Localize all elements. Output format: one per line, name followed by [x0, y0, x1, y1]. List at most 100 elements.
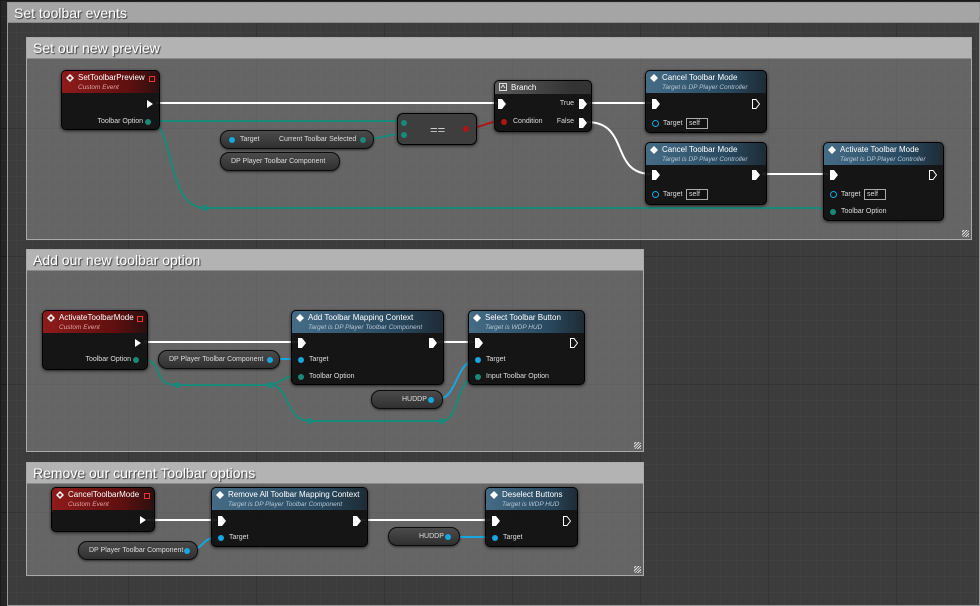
exec-input-pin[interactable] — [492, 516, 500, 526]
exec-input-pin[interactable] — [475, 338, 483, 348]
node-subtitle: Target is DP Player Controller — [662, 156, 748, 163]
node-header: ActivateToolbarMode Custom Event — [43, 311, 147, 333]
node-header: Branch — [495, 81, 591, 94]
target-input-pin[interactable] — [652, 191, 659, 198]
toolbar-option-input-pin[interactable] — [830, 209, 836, 215]
exec-output-pin[interactable] — [429, 338, 437, 348]
exec-output-pin[interactable] — [353, 516, 361, 526]
function-icon — [828, 146, 836, 154]
node-activate-toolbar-mode-event[interactable]: ActivateToolbarMode Custom Event Toolbar… — [42, 310, 148, 370]
node-remove-all-toolbar-mapping-context[interactable]: Remove All Toolbar Mapping Context Targe… — [211, 487, 368, 547]
exec-input-pin[interactable] — [652, 99, 660, 109]
target-input-pin[interactable] — [218, 535, 224, 541]
component-output-pin[interactable] — [184, 548, 190, 554]
function-icon — [296, 314, 304, 322]
current-toolbar-selected-output-pin[interactable] — [360, 137, 366, 143]
node-add-toolbar-mapping-context[interactable]: Add Toolbar Mapping Context Target is DP… — [291, 310, 444, 385]
delegate-pin[interactable] — [144, 493, 150, 499]
exec-output-pin[interactable] — [147, 100, 153, 108]
exec-input-pin[interactable] — [298, 338, 306, 348]
false-exec-output-pin[interactable] — [579, 118, 587, 128]
exec-input-pin[interactable] — [830, 170, 838, 180]
node-cancel-toolbar-mode-event[interactable]: CancelToolbarMode Custom Event — [51, 487, 155, 532]
event-icon — [56, 491, 64, 499]
node-huddp-getter[interactable]: HUDDP — [388, 527, 460, 546]
exec-input-pin[interactable] — [498, 99, 506, 109]
target-input-pin[interactable] — [475, 357, 481, 363]
reroute-knot — [202, 205, 208, 211]
target-input-pin[interactable] — [830, 191, 837, 198]
node-title: Cancel Toolbar Mode — [662, 145, 738, 154]
node-cancel-toolbar-mode-2[interactable]: Cancel Toolbar Mode Target is DP Player … — [645, 142, 767, 205]
pin-label: Target — [229, 534, 249, 541]
exec-input-pin[interactable] — [652, 170, 660, 180]
toolbar-option-input-pin[interactable] — [298, 374, 304, 380]
input-toolbar-option-pin[interactable] — [475, 374, 481, 380]
node-subtitle: Target is DP Player Controller — [840, 156, 926, 163]
node-dp-player-toolbar-component-getter[interactable]: DP Player Toolbar Component — [220, 152, 340, 171]
node-header: Add Toolbar Mapping Context Target is DP… — [292, 311, 443, 333]
target-self-field[interactable]: self — [864, 189, 886, 200]
node-header: CancelToolbarMode Custom Event — [52, 488, 154, 510]
condition-input-pin[interactable] — [501, 119, 507, 125]
delegate-pin[interactable] — [149, 76, 155, 82]
exec-output-pin[interactable] — [135, 339, 141, 347]
node-equals[interactable]: == — [397, 113, 477, 145]
node-title: SetToolbarPreview — [78, 73, 145, 82]
toolbar-option-output-pin[interactable] — [133, 357, 139, 363]
node-branch[interactable]: Branch Condition True False — [494, 80, 592, 132]
equals-input-a-pin[interactable] — [401, 120, 407, 126]
node-title: Deselect Buttons — [502, 490, 563, 499]
node-dp-player-toolbar-component-getter[interactable]: DP Player Toolbar Component — [78, 541, 198, 560]
node-subtitle: Target is DP Player Controller — [662, 84, 748, 91]
node-subtitle: Custom Event — [59, 324, 100, 331]
node-title: Branch — [511, 83, 537, 92]
exec-output-pin[interactable] — [570, 338, 578, 348]
target-self-field[interactable]: self — [686, 118, 708, 129]
hud-output-pin[interactable] — [428, 397, 434, 403]
target-input-pin[interactable] — [229, 137, 235, 143]
exec-wire — [586, 121, 652, 175]
node-subtitle: Target is WDP HUD — [502, 501, 560, 508]
node-cancel-toolbar-mode-1[interactable]: Cancel Toolbar Mode Target is DP Player … — [645, 70, 767, 133]
pin-label: DP Player Toolbar Component — [231, 158, 326, 165]
exec-output-pin[interactable] — [752, 99, 760, 109]
delegate-pin[interactable] — [137, 316, 143, 322]
exec-output-pin[interactable] — [563, 516, 571, 526]
node-header: Select Toolbar Button Target is WDP HUD — [469, 311, 584, 333]
exec-output-pin[interactable] — [752, 170, 760, 180]
pin-label: Toolbar Option — [85, 356, 131, 363]
node-header: Activate Toolbar Mode Target is DP Playe… — [824, 143, 943, 165]
equals-input-b-pin[interactable] — [401, 132, 407, 138]
target-input-pin[interactable] — [652, 120, 659, 127]
exec-input-pin[interactable] — [218, 516, 226, 526]
true-exec-output-pin[interactable] — [579, 99, 587, 109]
node-title: Select Toolbar Button — [485, 313, 561, 322]
target-input-pin[interactable] — [492, 535, 498, 541]
event-icon — [66, 74, 74, 82]
node-set-toolbar-preview-event[interactable]: SetToolbarPreview Custom Event Toolbar O… — [61, 70, 160, 130]
equals-output-pin[interactable] — [463, 126, 469, 132]
branch-icon — [499, 83, 507, 91]
node-deselect-buttons[interactable]: Deselect Buttons Target is WDP HUD Targe… — [485, 487, 578, 547]
target-input-pin[interactable] — [298, 357, 304, 363]
toolbar-option-output-pin[interactable] — [145, 119, 151, 125]
node-current-toolbar-selected[interactable]: Target Current Toolbar Selected — [220, 130, 374, 149]
exec-output-pin[interactable] — [929, 170, 937, 180]
component-output-pin[interactable] — [267, 357, 273, 363]
node-dp-player-toolbar-component-getter[interactable]: DP Player Toolbar Component — [158, 350, 280, 369]
target-self-field[interactable]: self — [686, 189, 708, 200]
node-huddp-getter[interactable]: HUDDP — [371, 390, 443, 409]
pin-label: Input Toolbar Option — [486, 373, 549, 380]
exec-output-pin[interactable] — [140, 516, 146, 524]
pin-label: Toolbar Option — [309, 373, 355, 380]
pin-label: True — [559, 100, 574, 107]
node-activate-toolbar-mode[interactable]: Activate Toolbar Mode Target is DP Playe… — [823, 142, 944, 221]
hud-output-pin[interactable] — [445, 534, 451, 540]
pin-label: Toolbar Option — [841, 208, 887, 215]
function-icon — [473, 314, 481, 322]
pin-label: Target — [503, 534, 523, 541]
reroute-knot — [267, 382, 273, 388]
node-title: ActivateToolbarMode — [59, 313, 134, 322]
node-select-toolbar-button[interactable]: Select Toolbar Button Target is WDP HUD … — [468, 310, 585, 385]
